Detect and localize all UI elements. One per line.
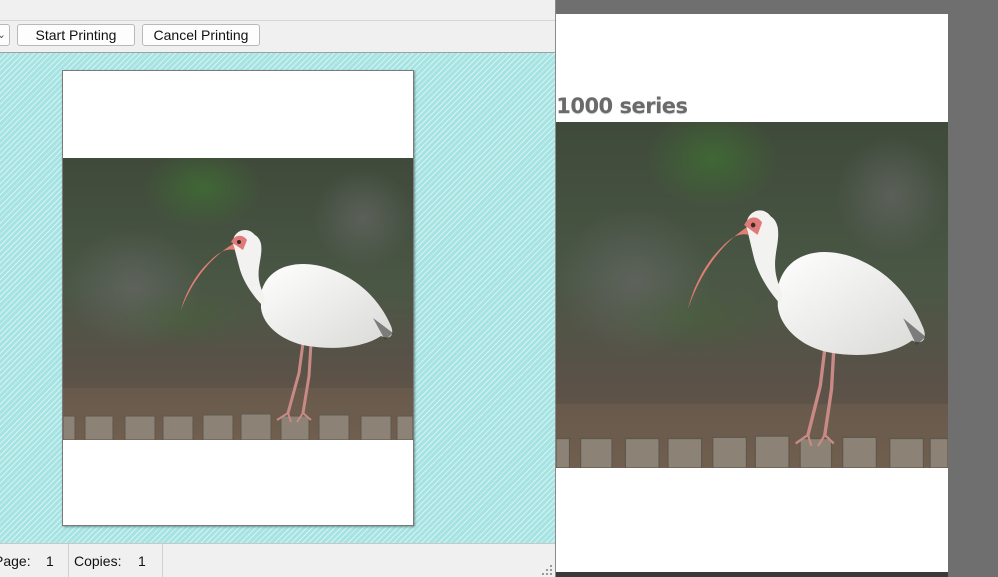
- page-label: Page:: [0, 553, 31, 569]
- print-preview-window: ⌄ Start Printing Cancel Printing Page: 1…: [0, 0, 556, 577]
- chevron-down-icon: ⌄: [0, 25, 6, 45]
- preview-canvas[interactable]: [0, 53, 555, 543]
- print-preview-toolbar: ⌄ Start Printing Cancel Printing: [0, 0, 555, 53]
- cancel-printing-button[interactable]: Cancel Printing: [142, 24, 260, 46]
- status-bar: Page: 1 Copies: 1: [0, 543, 555, 577]
- options-dropdown-button[interactable]: ⌄: [0, 24, 10, 46]
- document-page: -1000 series: [548, 14, 948, 577]
- status-page: Page: 1: [0, 544, 69, 577]
- document-heading: -1000 series: [548, 94, 688, 118]
- copies-value: 1: [138, 553, 146, 569]
- preview-photo: [63, 158, 413, 440]
- preview-sheet: [62, 70, 414, 526]
- status-copies: Copies: 1: [70, 544, 163, 577]
- start-printing-button[interactable]: Start Printing: [17, 24, 135, 46]
- desktop-background: [948, 0, 998, 577]
- taskbar-edge: [555, 572, 948, 577]
- page-value: 1: [46, 553, 54, 569]
- copies-label: Copies:: [74, 553, 122, 569]
- document-photo: [556, 122, 948, 468]
- resize-grip-icon[interactable]: [541, 564, 553, 576]
